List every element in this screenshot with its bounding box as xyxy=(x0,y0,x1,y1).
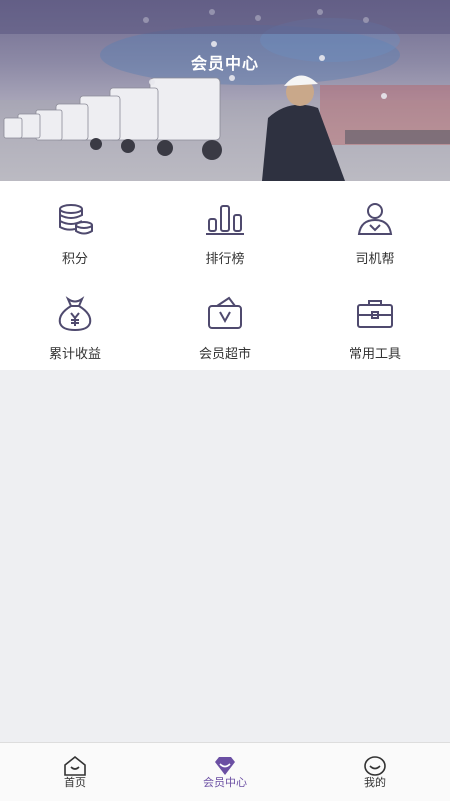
tab-label: 会员中心 xyxy=(203,776,247,789)
grid-item-label: 排行榜 xyxy=(205,252,245,267)
grid-item-driver-help[interactable]: 司机帮 xyxy=(300,181,450,275)
bar-chart-icon xyxy=(206,205,244,235)
page-title: 会员中心 xyxy=(190,54,259,73)
coins-stack-icon xyxy=(59,204,93,235)
toolbox-icon xyxy=(357,300,393,328)
grid-item-label: 会员超市 xyxy=(198,347,251,362)
feature-grid: 积分 排行榜 司机帮 累计收益 会员超市 常用工具 xyxy=(0,181,450,370)
grid-item-label: 司机帮 xyxy=(355,252,395,267)
shopping-basket-icon xyxy=(208,296,242,329)
money-bag-icon xyxy=(58,296,92,332)
grid-item-member-store[interactable]: 会员超市 xyxy=(150,276,300,370)
grid-item-tools[interactable]: 常用工具 xyxy=(300,276,450,370)
person-icon xyxy=(357,203,393,235)
tab-mine[interactable]: 我的 xyxy=(300,743,450,801)
grid-item-ranking[interactable]: 排行榜 xyxy=(150,181,300,275)
tab-member-center[interactable]: 会员中心 xyxy=(150,743,300,801)
grid-item-label: 常用工具 xyxy=(348,347,401,362)
tab-label: 我的 xyxy=(364,776,386,789)
tab-label: 首页 xyxy=(64,776,86,789)
grid-item-label: 积分 xyxy=(61,252,88,267)
header-banner: 会员中心 xyxy=(0,0,450,181)
grid-item-points[interactable]: 积分 xyxy=(0,181,150,275)
bottom-tab-bar: 首页 会员中心 我的 xyxy=(0,742,450,801)
grid-item-label: 累计收益 xyxy=(48,347,101,362)
grid-item-earnings[interactable]: 累计收益 xyxy=(0,276,150,370)
status-bar-overlay xyxy=(0,0,450,34)
tab-home[interactable]: 首页 xyxy=(0,743,150,801)
